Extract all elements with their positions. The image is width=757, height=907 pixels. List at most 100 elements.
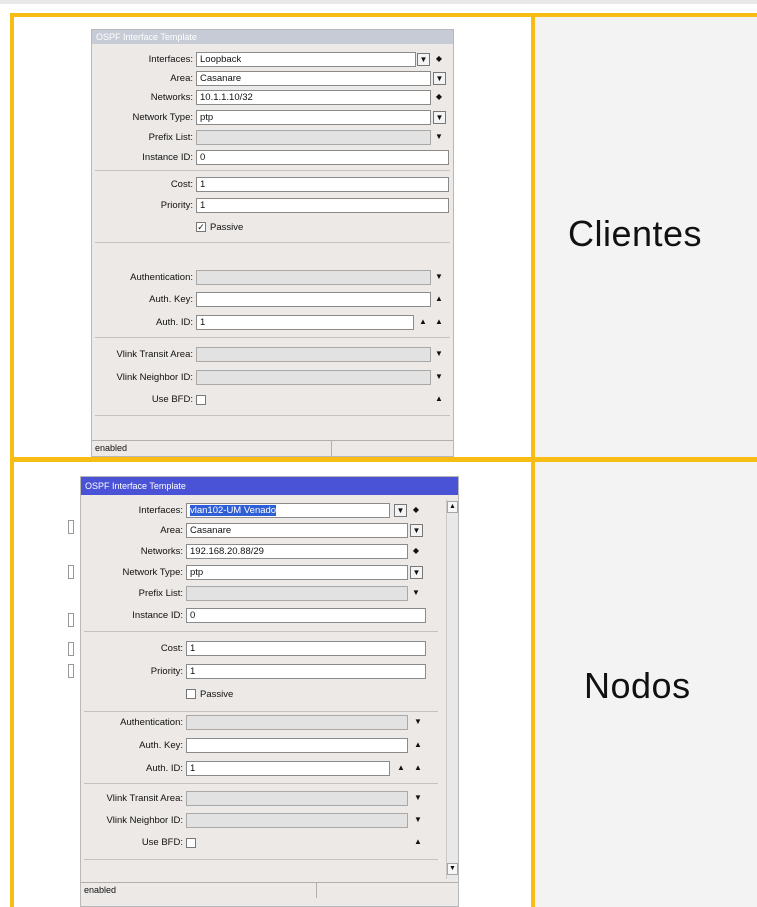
prefix-list-label: Prefix List: [138,588,183,599]
screenshot-frame: Clientes Nodos OSPF Interface Template I… [0,0,757,907]
authentication-dropdown-icon[interactable]: ▼ [433,270,445,284]
interfaces-field[interactable]: Loopback [196,52,416,67]
interfaces-dropdown-icon[interactable]: ▼ [394,504,407,517]
vlink-neighbor-id-field[interactable] [186,813,408,828]
auth-id-row: Auth. ID: 1 ▲ ▲ [81,761,458,777]
use-bfd-row: Use BFD: ▲ [81,835,458,851]
auth-id-up-icon[interactable]: ▲ [433,315,445,329]
area-dropdown-icon[interactable]: ▼ [410,524,423,537]
network-type-dropdown-icon[interactable]: ▼ [433,111,446,124]
instance-id-row: Instance ID: 0 [92,150,453,166]
priority-field[interactable]: 1 [186,664,426,679]
vlink-neighbor-id-dropdown-icon[interactable]: ▼ [433,370,445,384]
prefix-list-row: Prefix List: ▼ [81,586,458,602]
passive-checkbox-row[interactable]: ✓ Passive [196,221,243,235]
interfaces-dropdown-icon[interactable]: ▼ [417,53,430,66]
priority-row: Priority: 1 [92,198,453,214]
status-bar: enabled [81,882,458,898]
networks-label: Networks: [140,546,183,557]
auth-key-up-icon[interactable]: ▲ [433,292,445,306]
auth-id-field[interactable]: 1 [186,761,390,776]
networks-row: Networks: 192.168.20.88/29 ◆ [81,544,458,560]
area-field[interactable]: Casanare [186,523,408,538]
auth-key-field[interactable] [186,738,408,753]
priority-field[interactable]: 1 [196,198,449,213]
vlink-neighbor-id-row: Vlink Neighbor ID: ▼ [81,813,458,829]
auth-id-up-icon[interactable]: ▲ [417,315,429,329]
networks-field[interactable]: 10.1.1.10/32 [196,90,431,105]
authentication-field[interactable] [196,270,431,285]
cost-row: Cost: 1 [81,641,458,657]
instance-id-field[interactable]: 0 [196,150,449,165]
networks-updown-icon[interactable]: ◆ [433,90,445,104]
vlink-transit-area-field[interactable] [196,347,431,362]
cost-label: Cost: [170,179,193,190]
vlink-neighbor-id-field[interactable] [196,370,431,385]
passive-checkbox[interactable] [186,689,196,700]
passive-checkbox[interactable]: ✓ [196,222,206,233]
prefix-list-field[interactable] [196,130,431,145]
priority-label: Priority: [160,200,193,211]
instance-id-label: Instance ID: [132,610,183,621]
background-field-edge [68,520,74,534]
grid-line-middle [10,457,757,462]
vlink-neighbor-id-label: Vlink Neighbor ID: [106,815,183,826]
interfaces-label: Interfaces: [138,505,183,516]
cost-field[interactable]: 1 [196,177,449,192]
use-bfd-label: Use BFD: [151,394,193,405]
auth-id-up-icon[interactable]: ▲ [412,761,424,775]
area-label: Area: [160,525,183,536]
auth-key-row: Auth. Key: ▲ [81,738,458,754]
interfaces-field[interactable]: vlan102-UM Venado [186,503,390,518]
use-bfd-up-icon[interactable]: ▲ [433,392,445,406]
networks-row: Networks: 10.1.1.10/32 ◆ [92,90,453,106]
networks-field[interactable]: 192.168.20.88/29 [186,544,408,559]
area-value: Casanare [200,73,242,84]
prefix-list-dropdown-icon[interactable]: ▼ [433,130,445,144]
area-label: Area: [170,73,193,84]
use-bfd-checkbox[interactable] [186,838,196,848]
instance-id-row: Instance ID: 0 [81,608,458,624]
networks-updown-icon[interactable]: ◆ [410,544,422,558]
area-value: Casanare [190,525,232,536]
passive-checkbox-row[interactable]: Passive [186,688,233,702]
cost-value: 1 [190,643,196,654]
area-field[interactable]: Casanare [196,71,431,86]
auth-id-field[interactable]: 1 [196,315,414,330]
network-type-row: Network Type: ptp ▼ [81,565,458,581]
vlink-transit-area-field[interactable] [186,791,408,806]
use-bfd-up-icon[interactable]: ▲ [412,835,424,849]
dialog-title: OSPF Interface Template [81,477,458,495]
vlink-transit-area-dropdown-icon[interactable]: ▼ [412,791,424,805]
area-dropdown-icon[interactable]: ▼ [433,72,446,85]
instance-id-field[interactable]: 0 [186,608,426,623]
network-type-field[interactable]: ptp [186,565,408,580]
cost-field[interactable]: 1 [186,641,426,656]
authentication-label: Authentication: [120,717,183,728]
vlink-transit-area-dropdown-icon[interactable]: ▼ [433,347,445,361]
priority-row: Priority: 1 [81,664,458,680]
instance-id-value: 0 [190,610,196,621]
separator [95,337,450,338]
interfaces-updown-icon[interactable]: ◆ [410,503,422,517]
authentication-field[interactable] [186,715,408,730]
ospf-dialog-nodos: OSPF Interface Template ▲ ▼ Interfaces: … [80,476,459,907]
auth-key-row: Auth. Key: ▲ [92,292,453,308]
auth-id-up-icon[interactable]: ▲ [395,761,407,775]
interfaces-updown-icon[interactable]: ◆ [433,52,445,66]
auth-key-up-icon[interactable]: ▲ [412,738,424,752]
top-divider [0,0,757,4]
network-type-field[interactable]: ptp [196,110,431,125]
use-bfd-checkbox[interactable] [196,395,206,405]
network-type-dropdown-icon[interactable]: ▼ [410,566,423,579]
separator [95,415,450,416]
auth-key-field[interactable] [196,292,431,307]
authentication-row: Authentication: ▼ [81,715,458,731]
authentication-dropdown-icon[interactable]: ▼ [412,715,424,729]
interfaces-label: Interfaces: [148,54,193,65]
vlink-neighbor-id-dropdown-icon[interactable]: ▼ [412,813,424,827]
network-type-label: Network Type: [132,112,193,123]
scroll-down-icon[interactable]: ▼ [447,863,458,875]
prefix-list-field[interactable] [186,586,408,601]
prefix-list-dropdown-icon[interactable]: ▼ [410,586,422,600]
